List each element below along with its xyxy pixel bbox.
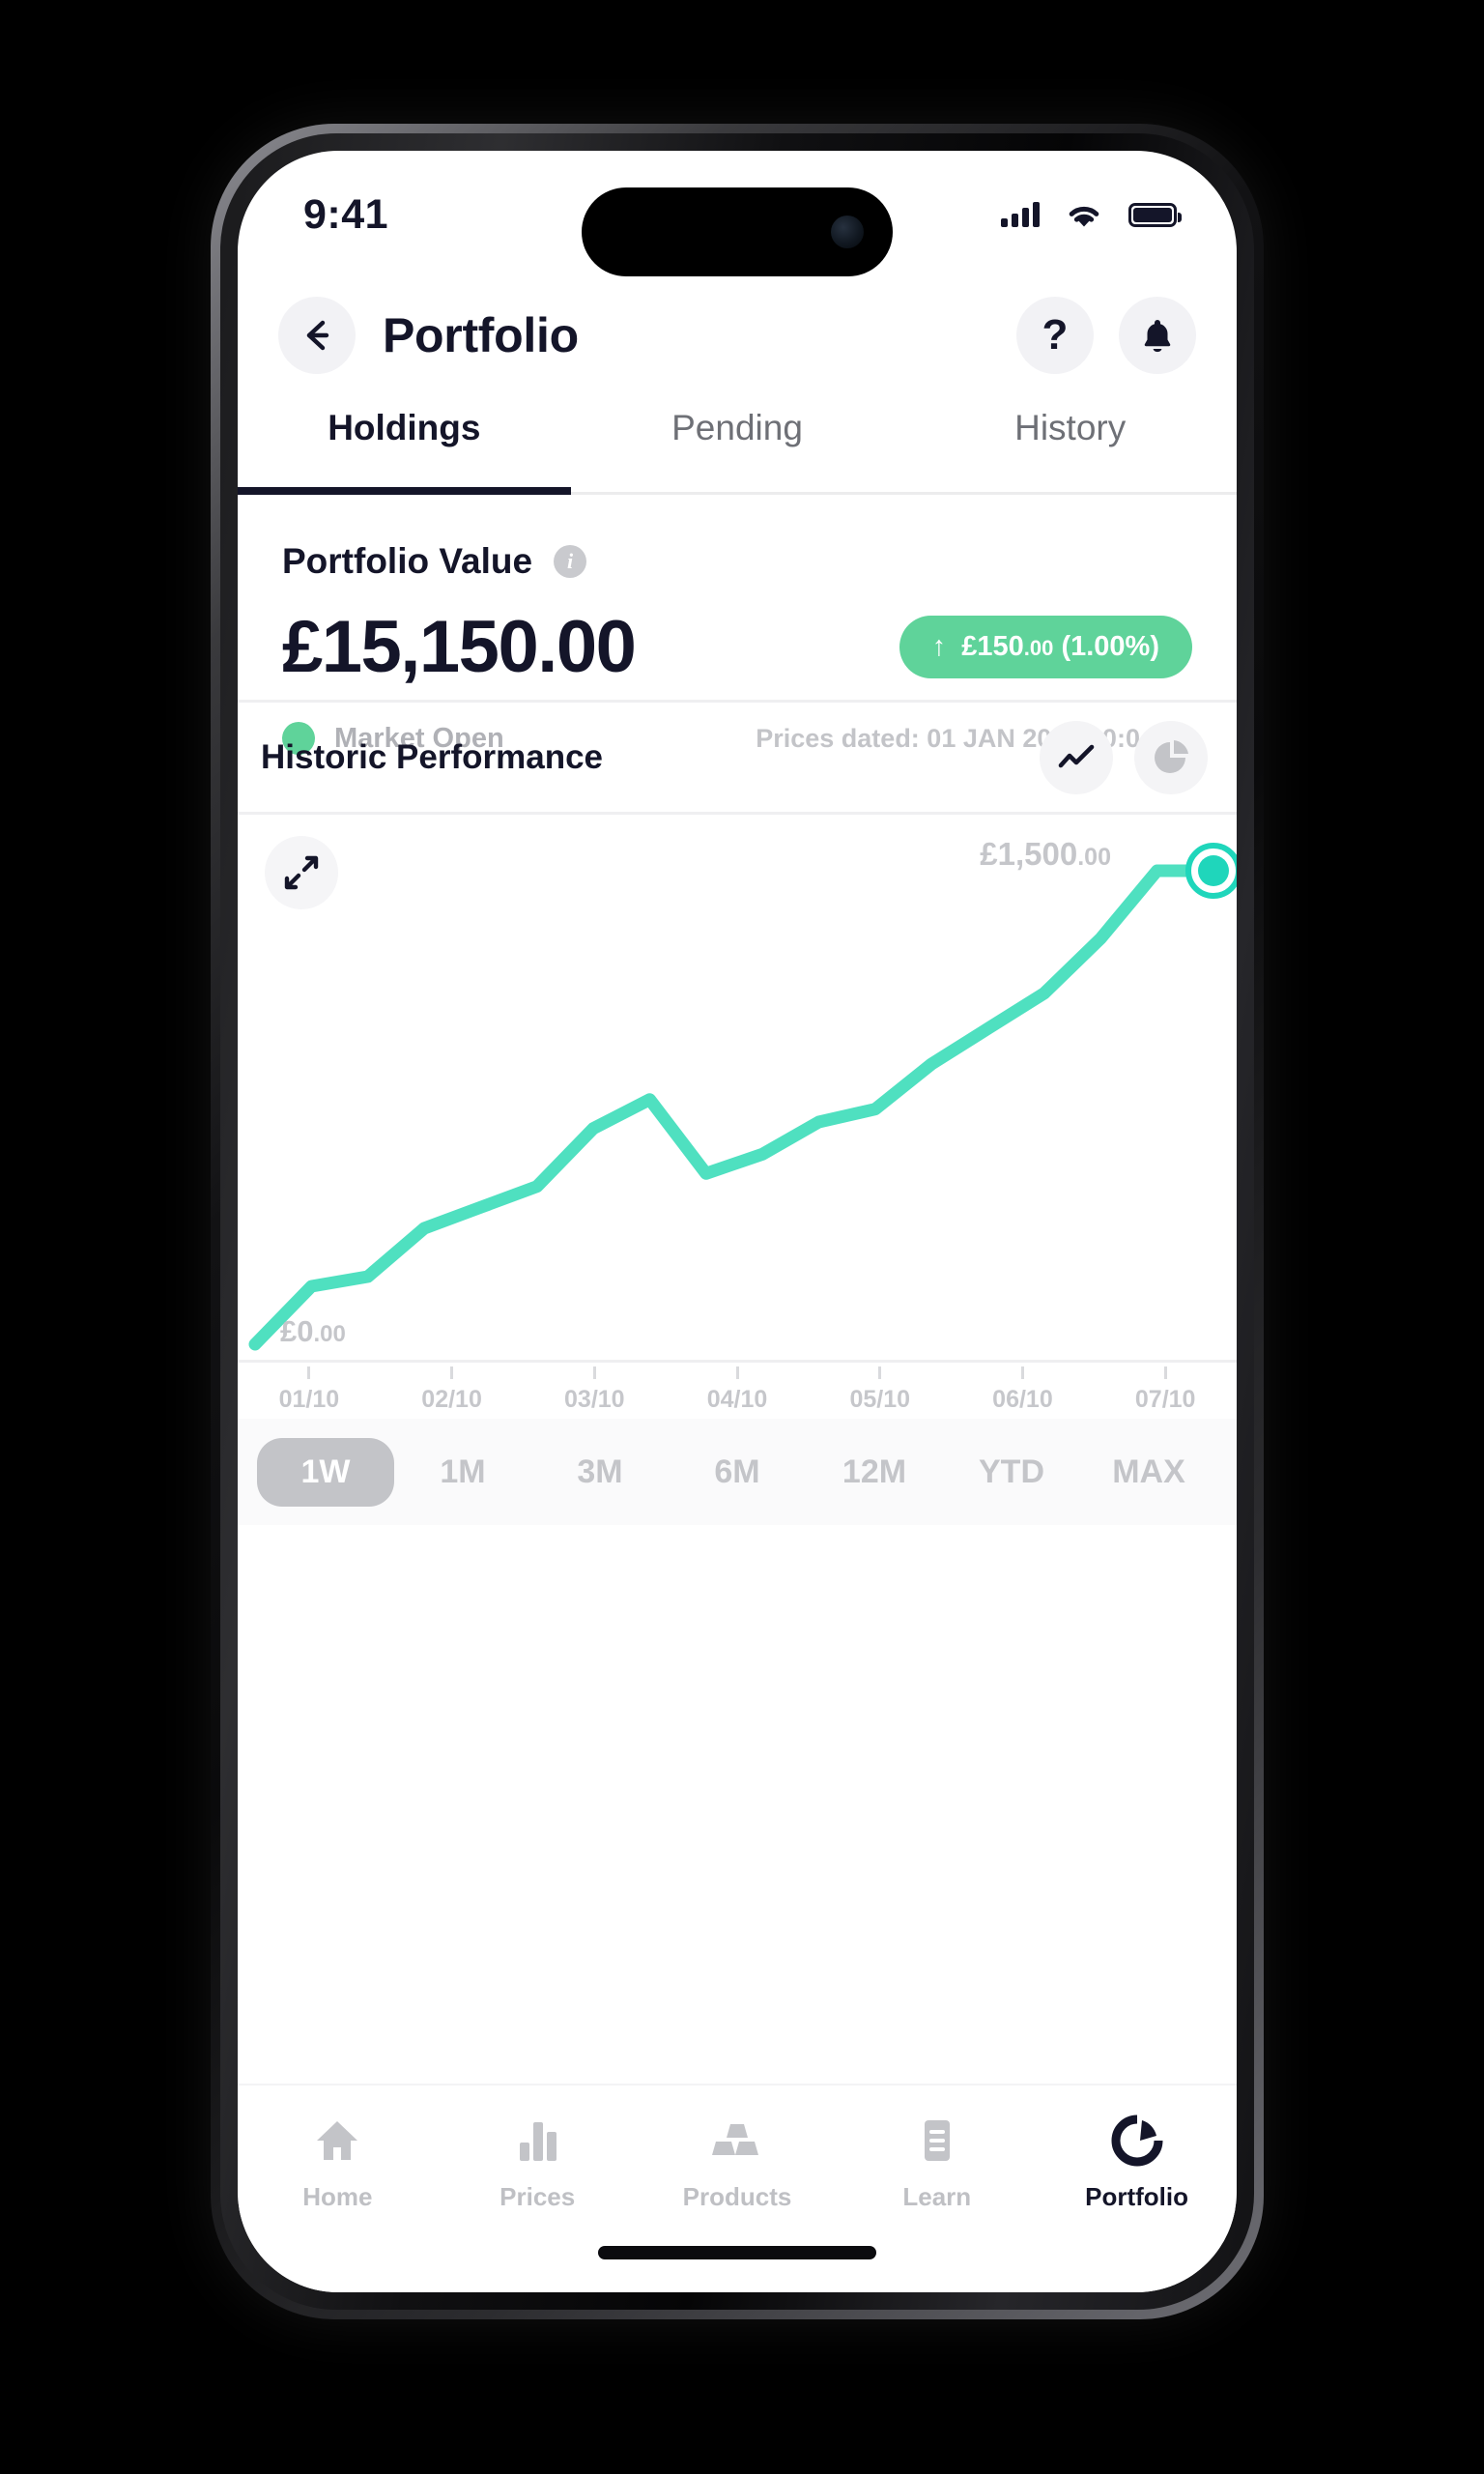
x-axis-tick-mark [450, 1366, 454, 1379]
x-axis-tick: 02/10 [381, 1363, 524, 1419]
pie-chart-view-button[interactable] [1134, 720, 1208, 794]
x-axis-tick-label: 02/10 [421, 1386, 482, 1413]
phone-screen: 9:41 Portfolio ? Holdings Pending Histor… [238, 151, 1237, 2292]
tab-pending[interactable]: Pending [571, 400, 904, 492]
status-time: 9:41 [303, 190, 389, 238]
range-option-ytd[interactable]: YTD [943, 1438, 1080, 1507]
x-axis-tick-label: 01/10 [278, 1386, 340, 1413]
x-axis-tick-mark [307, 1366, 311, 1379]
portfolio-value-amount: £15,150.00 [282, 606, 637, 688]
nav-label-learn: Learn [902, 2182, 972, 2211]
portfolio-tabs: Holdings Pending History [238, 400, 1237, 495]
screenshot-root: 9:41 Portfolio ? Holdings Pending Histor… [0, 0, 1484, 2474]
x-axis-tick-mark [735, 1366, 739, 1379]
chart-line-svg [248, 843, 1237, 1351]
portfolio-value-label: Portfolio Value [282, 541, 533, 581]
x-axis-tick-mark [592, 1366, 596, 1379]
range-option-max[interactable]: MAX [1080, 1438, 1217, 1507]
cellular-signal-icon [1001, 202, 1040, 227]
expand-chart-button[interactable] [265, 836, 338, 909]
x-axis-tick-label: 03/10 [564, 1386, 625, 1413]
line-chart-icon [1058, 744, 1095, 767]
historic-performance-title: Historic Performance [261, 737, 604, 776]
x-axis-tick-label: 05/10 [849, 1386, 911, 1413]
chart-x-axis: 01/10 02/10 03/10 04/10 05/10 06/10 07/10 [238, 1363, 1237, 1419]
chart-end-marker-dot [1198, 855, 1229, 886]
bar-chart-icon [511, 2111, 563, 2171]
document-icon [911, 2111, 963, 2171]
bottom-navigation: Home Prices Products Learn Portfolio [238, 2084, 1237, 2292]
x-axis-tick: 01/10 [238, 1363, 381, 1419]
range-option-3m[interactable]: 3M [531, 1438, 669, 1507]
x-axis-tick: 03/10 [523, 1363, 666, 1419]
nav-item-prices[interactable]: Prices [438, 2111, 638, 2212]
range-option-1m[interactable]: 1M [394, 1438, 531, 1507]
nav-item-products[interactable]: Products [638, 2111, 838, 2212]
range-option-1w[interactable]: 1W [257, 1437, 394, 1507]
pie-chart-icon [1155, 739, 1188, 773]
x-axis-tick-label: 06/10 [992, 1386, 1053, 1413]
x-axis-tick-mark [1163, 1366, 1167, 1379]
x-axis-tick: 07/10 [1094, 1363, 1237, 1419]
x-axis-tick: 05/10 [809, 1363, 952, 1419]
range-option-12m[interactable]: 12M [806, 1438, 943, 1507]
x-axis-tick: 04/10 [666, 1363, 809, 1419]
notifications-button[interactable] [1119, 297, 1196, 374]
portfolio-value-label-row: Portfolio Value i [282, 541, 1192, 582]
status-icons [1001, 201, 1182, 229]
nav-item-home[interactable]: Home [238, 2111, 438, 2212]
nav-item-learn[interactable]: Learn [837, 2111, 1037, 2212]
bell-icon [1144, 320, 1171, 353]
change-amount: £150.00 (1.00%) [961, 631, 1159, 662]
change-arrow-icon: ↑ [931, 631, 947, 662]
x-axis-tick-mark [878, 1366, 882, 1379]
portfolio-change-badge: ↑ £150.00 (1.00%) [899, 616, 1192, 678]
nav-item-portfolio[interactable]: Portfolio [1037, 2111, 1237, 2212]
nav-bar: Portfolio ? [238, 278, 1237, 392]
gold-bars-icon [709, 2111, 765, 2171]
dynamic-island [582, 187, 893, 276]
x-axis-tick-label: 04/10 [706, 1386, 768, 1413]
tab-history[interactable]: History [903, 400, 1237, 492]
home-indicator [598, 2246, 876, 2259]
info-icon[interactable]: i [554, 545, 587, 578]
nav-label-home: Home [302, 2182, 373, 2211]
range-option-6m[interactable]: 6M [669, 1438, 806, 1507]
performance-chart: £1,500.00 £0.00 01/10 02/10 03/10 04/10 05/1… [238, 812, 1237, 1419]
tab-holdings[interactable]: Holdings [238, 400, 571, 495]
battery-icon [1128, 202, 1182, 227]
question-mark-icon: ? [1042, 311, 1069, 359]
chart-min-label: £0.00 [280, 1314, 346, 1348]
help-button[interactable]: ? [1016, 297, 1094, 374]
x-axis-tick-label: 07/10 [1134, 1386, 1196, 1413]
time-range-selector: 1W 1M 3M 6M 12M YTD MAX [238, 1419, 1237, 1525]
home-icon [311, 2111, 363, 2171]
back-button[interactable] [278, 297, 356, 374]
page-title: Portfolio [383, 308, 579, 362]
nav-label-products: Products [682, 2182, 792, 2211]
x-axis-tick: 06/10 [952, 1363, 1095, 1419]
donut-chart-icon [1111, 2111, 1163, 2171]
expand-icon [284, 855, 319, 890]
chart-type-toggle [1040, 720, 1208, 794]
line-chart-view-button[interactable] [1040, 720, 1113, 794]
nav-label-prices: Prices [499, 2182, 576, 2211]
nav-actions: ? [1016, 297, 1196, 374]
nav-label-portfolio: Portfolio [1085, 2182, 1189, 2211]
wifi-icon [1069, 206, 1099, 226]
arrow-left-icon [306, 320, 329, 351]
x-axis-tick-mark [1020, 1366, 1024, 1379]
chart-max-label: £1,500.00 [980, 836, 1111, 872]
historic-performance-header: Historic Performance [238, 700, 1237, 812]
portfolio-value-row: £15,150.00 ↑ £150.00 (1.00%) [282, 605, 1192, 689]
